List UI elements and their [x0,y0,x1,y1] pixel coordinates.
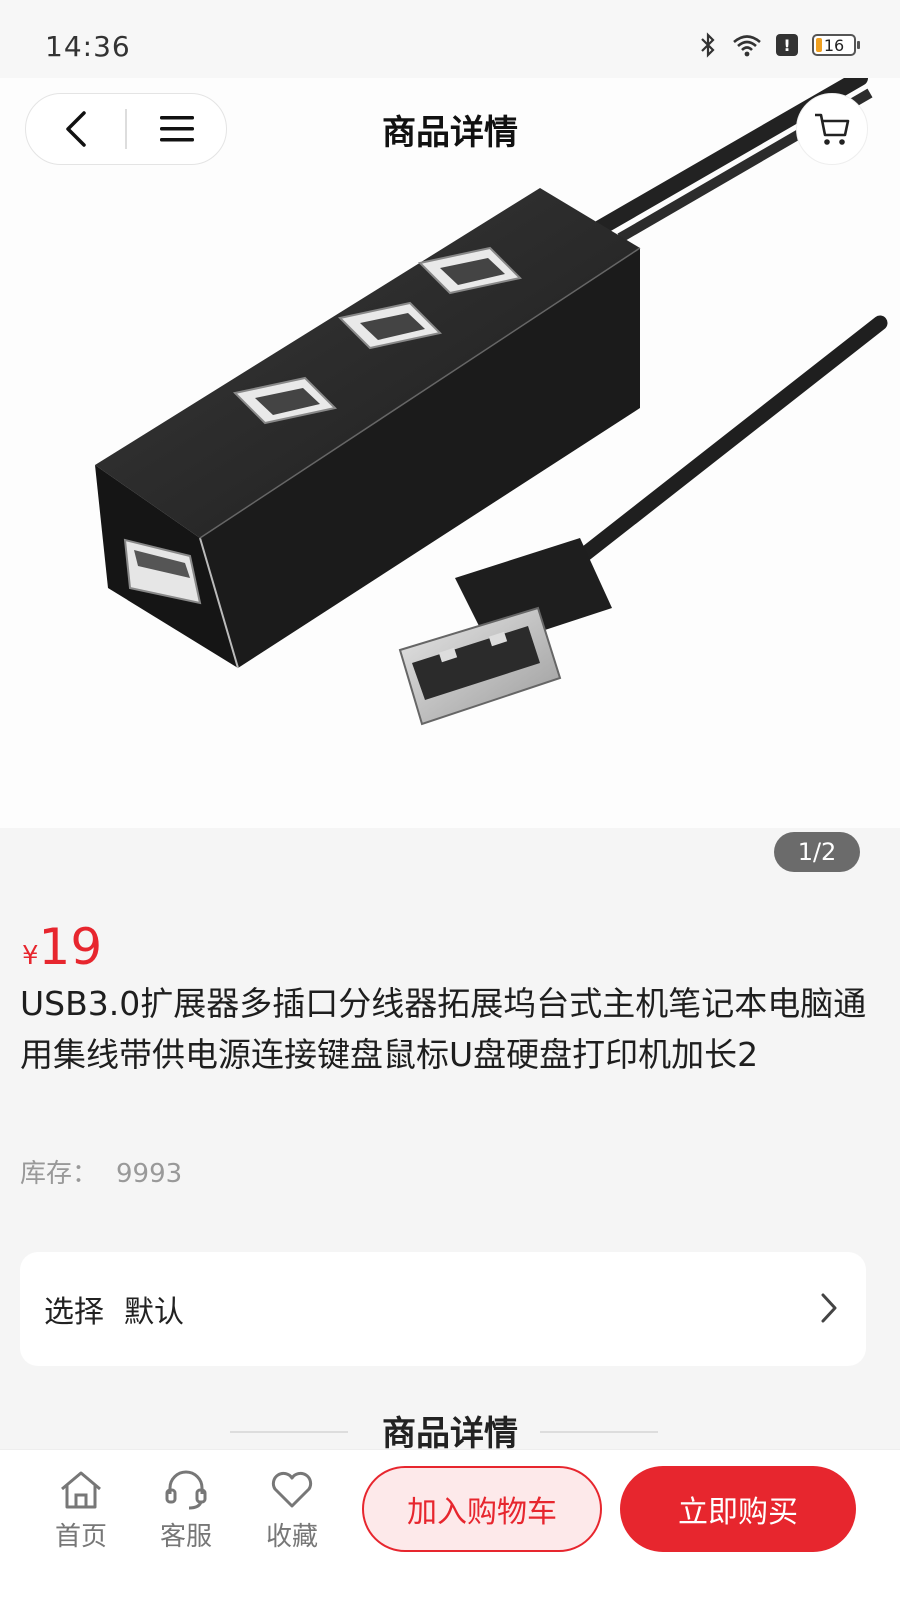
alert-icon: ! [776,34,798,56]
chevron-left-icon [65,111,86,147]
usb-hub-image [95,78,888,726]
bluetooth-icon [701,32,715,58]
price-symbol: ¥ [22,941,39,971]
home-icon [61,1471,101,1509]
tab-customer-service-label: 客服 [159,1522,212,1552]
variant-selector-value: 默认 [124,1295,184,1330]
variant-selector-label: 选择 [44,1295,104,1330]
details-heading-text: 商品详情 [382,1414,518,1454]
price-value: 19 [38,918,103,976]
stock: 库存： 9993 [20,1153,182,1190]
status-time: 14:36 [45,30,131,63]
heading-line-right [540,1431,658,1433]
price: ¥19 [22,918,102,976]
status-icons: ! 16 [698,32,860,58]
add-to-cart-button[interactable]: 加入购物车 [362,1466,602,1552]
image-page-indicator: 1/2 [774,832,860,872]
menu-button[interactable] [127,93,226,165]
buy-now-button[interactable]: 立即购买 [620,1466,856,1552]
status-bar: 14:36 ! 16 [0,0,900,78]
details-heading: 商品详情 [0,1406,900,1455]
stock-value: 9993 [116,1159,183,1189]
cart-button[interactable] [796,93,868,165]
product-image[interactable] [0,78,900,828]
tab-customer-service[interactable]: 客服 [146,1470,226,1553]
cart-icon [815,113,850,145]
bottom-action-bar: 首页 客服 收藏 加入购物车 立即购买 [0,1449,900,1600]
product-title: USB3.0扩展器多插口分线器拓展坞台式主机笔记本电脑通用集线带供电源连接键盘鼠… [20,984,867,1074]
tab-favorites[interactable]: 收藏 [252,1470,332,1553]
menu-icon [159,116,194,142]
tab-home-label: 首页 [54,1522,107,1552]
wifi-icon [733,35,761,57]
nav-pill [25,93,227,165]
heart-icon [271,1471,313,1508]
back-button[interactable] [26,93,125,165]
battery-icon: 16 [812,34,860,56]
battery-level: 16 [823,35,845,55]
chevron-right-icon [821,1293,837,1323]
heading-line-left [230,1431,348,1433]
tab-home[interactable]: 首页 [41,1470,121,1553]
variant-selector[interactable]: 选择 默认 [20,1252,866,1366]
tab-favorites-label: 收藏 [265,1522,318,1552]
stock-label: 库存： [20,1159,99,1189]
headset-icon [165,1470,207,1510]
